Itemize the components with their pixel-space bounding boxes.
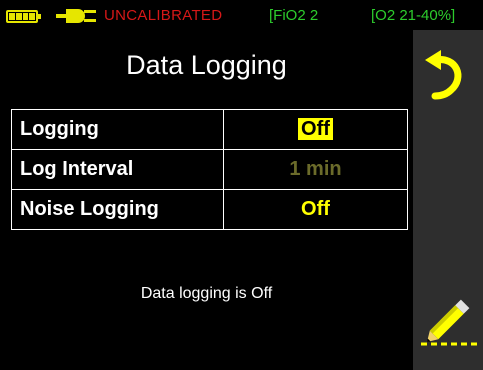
noise-logging-value[interactable]: Off (301, 198, 330, 220)
setting-value-cell[interactable]: 1 min (223, 149, 408, 190)
logging-value[interactable]: Off (298, 118, 333, 140)
battery-icon (6, 10, 38, 23)
status-message: Data logging is Off (140, 285, 273, 302)
setting-label: Logging (11, 109, 224, 150)
plug-icon (56, 9, 96, 23)
setting-label: Noise Logging (11, 189, 224, 230)
battery-tip (38, 14, 41, 19)
setting-value-cell[interactable]: Off (223, 189, 408, 230)
status-bar: UNCALIBRATED [FiO2 2 [O2 21-40%] (0, 0, 483, 30)
back-arrow-icon[interactable] (421, 46, 471, 102)
log-interval-value: 1 min (289, 158, 342, 180)
setting-row-noise-logging[interactable]: Noise Logging Off (11, 189, 408, 230)
setting-row-log-interval[interactable]: Log Interval 1 min (11, 149, 408, 190)
side-panel (413, 30, 483, 370)
setting-label: Log Interval (11, 149, 224, 190)
o2-range-status: [O2 21-40%] (371, 7, 456, 24)
fio2-mode-status: [FiO2 2 (269, 7, 319, 24)
main-panel: Data Logging Logging Off Log Interval 1 … (0, 30, 413, 370)
settings-table: Logging Off Log Interval 1 min Noise Log… (11, 109, 408, 230)
pencil-icon[interactable] (419, 286, 479, 350)
calibration-status: UNCALIBRATED (104, 7, 223, 24)
setting-value-cell[interactable]: Off (223, 109, 408, 150)
setting-row-logging[interactable]: Logging Off (11, 109, 408, 150)
page-title: Data Logging (126, 50, 287, 80)
